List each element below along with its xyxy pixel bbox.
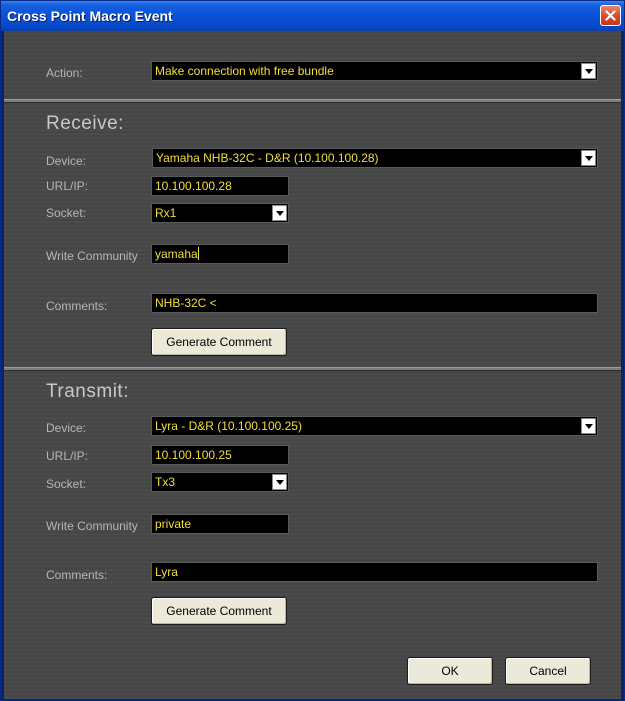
action-dropdown-arrow[interactable] [581,63,596,79]
close-icon [605,10,616,21]
separator-top [4,99,621,103]
transmit-socket-dropdown[interactable]: Tx3 [151,472,289,492]
transmit-device-value: Lyra - D&R (10.100.100.25) [155,419,302,433]
receive-comments-value: NHB-32C < [155,296,217,310]
action-dropdown[interactable]: Make connection with free bundle [151,61,598,81]
receive-socket-value: Rx1 [155,206,177,220]
transmit-url-label: URL/IP: [46,449,89,463]
title-bar[interactable]: Cross Point Macro Event [1,1,624,31]
receive-comments-label: Comments: [46,299,108,313]
ok-button[interactable]: OK [407,657,493,685]
text-cursor [197,247,199,260]
receive-url-value: 10.100.100.28 [155,179,232,193]
transmit-device-dropdown[interactable]: Lyra - D&R (10.100.100.25) [151,416,598,436]
transmit-community-value: private [155,517,192,531]
transmit-socket-dropdown-arrow[interactable] [272,474,287,490]
chevron-down-icon [276,480,284,485]
receive-device-dropdown[interactable]: Yamaha NHB-32C - D&R (10.100.100.28) [152,148,598,168]
transmit-generate-comment-button[interactable]: Generate Comment [151,597,287,625]
transmit-comments-value: Lyra [155,565,178,579]
transmit-socket-value: Tx3 [155,475,176,489]
receive-url-field[interactable]: 10.100.100.28 [151,176,289,196]
transmit-comments-label: Comments: [46,568,108,582]
receive-comments-field[interactable]: NHB-32C < [151,293,598,313]
receive-community-label: Write Community [46,249,138,263]
chevron-down-icon [585,69,593,74]
chevron-down-icon [585,156,593,161]
receive-community-value: yamaha [155,247,198,261]
transmit-device-label: Device: [46,421,87,435]
receive-url-label: URL/IP: [46,179,89,193]
transmit-comments-field[interactable]: Lyra [151,562,598,582]
transmit-community-field[interactable]: private [151,514,289,534]
receive-community-field[interactable]: yamaha [151,244,289,264]
transmit-device-dropdown-arrow[interactable] [581,418,596,434]
dialog-window: Cross Point Macro Event Action: Make con… [0,0,625,701]
transmit-url-value: 10.100.100.25 [155,448,232,462]
dialog-body: Action: Make connection with free bundle… [4,31,621,699]
receive-socket-dropdown-arrow[interactable] [272,205,287,221]
action-label: Action: [46,66,83,80]
cancel-button[interactable]: Cancel [505,657,591,685]
receive-device-value: Yamaha NHB-32C - D&R (10.100.100.28) [156,151,379,165]
receive-device-dropdown-arrow[interactable] [581,150,596,166]
close-button[interactable] [600,5,621,26]
transmit-section-title: Transmit: [46,381,129,402]
receive-socket-label: Socket: [46,206,87,220]
receive-socket-dropdown[interactable]: Rx1 [151,203,289,223]
receive-section-title: Receive: [46,113,124,134]
receive-generate-comment-button[interactable]: Generate Comment [151,328,287,356]
window-title: Cross Point Macro Event [7,8,173,24]
transmit-socket-label: Socket: [46,477,87,491]
separator-middle [4,367,621,371]
chevron-down-icon [585,424,593,429]
transmit-url-field[interactable]: 10.100.100.25 [151,445,289,465]
transmit-community-label: Write Community [46,519,138,533]
chevron-down-icon [276,211,284,216]
action-value: Make connection with free bundle [155,64,334,78]
receive-device-label: Device: [46,154,87,168]
